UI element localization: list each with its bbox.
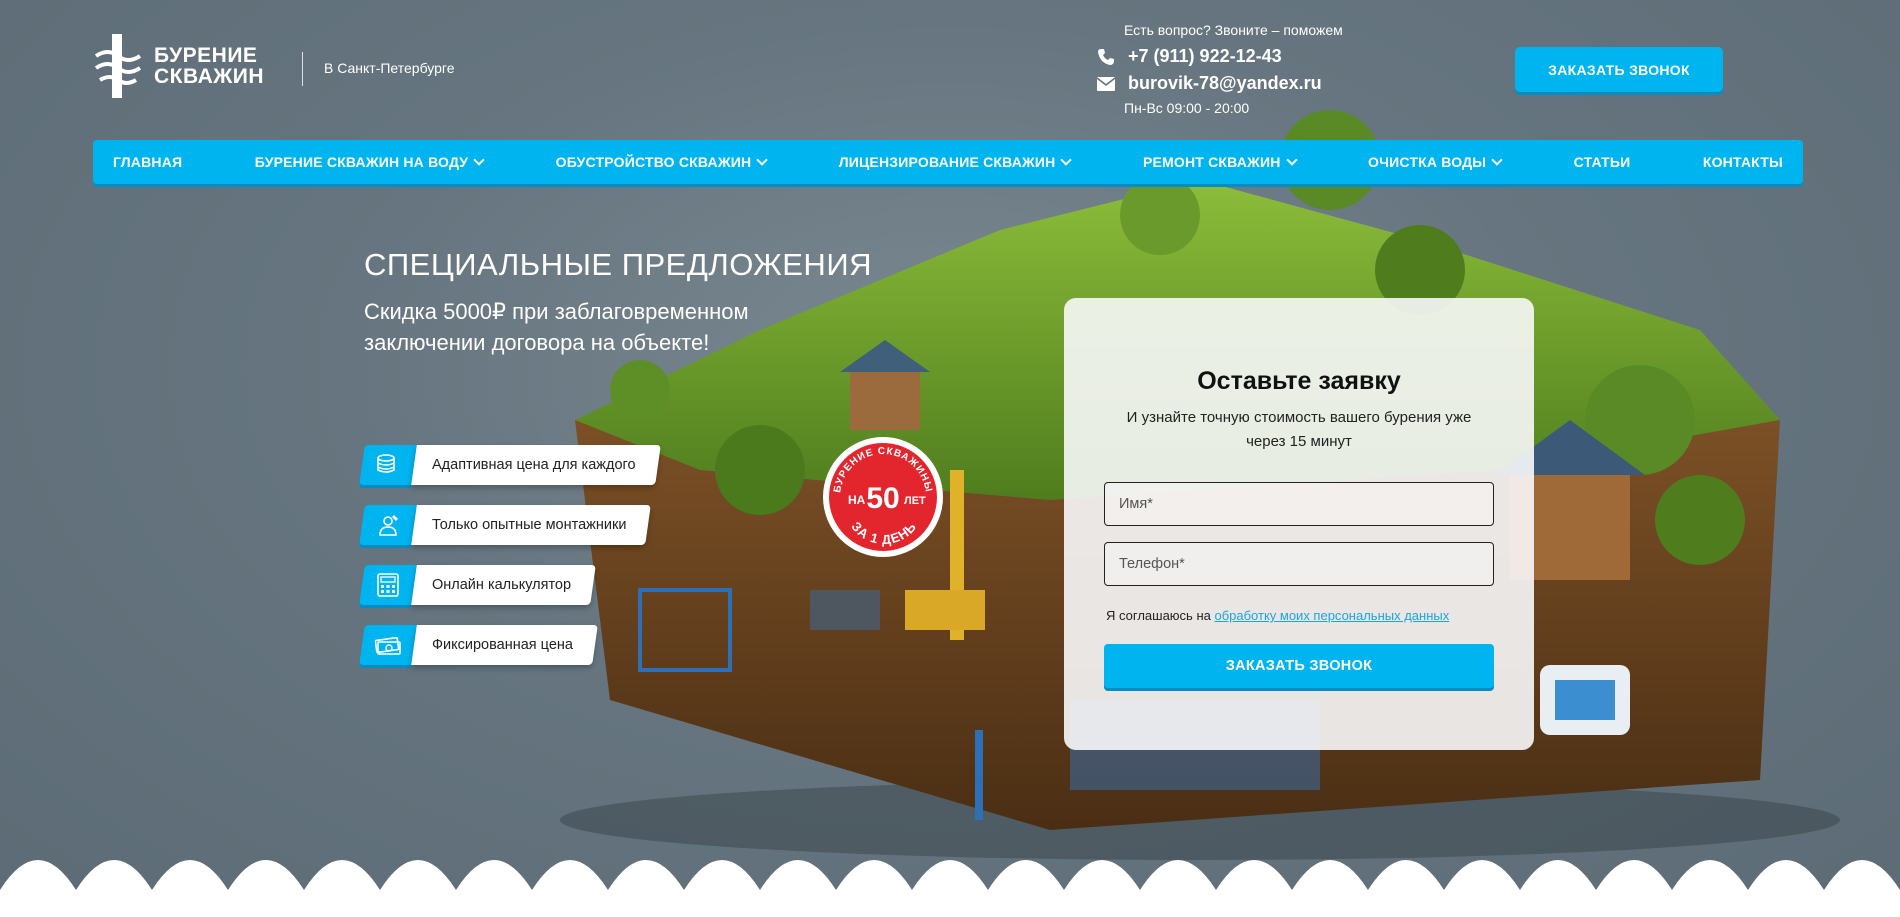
- chevron-down-icon: [1285, 154, 1298, 166]
- feature-item: Онлайн калькулятор: [359, 565, 596, 605]
- feature-item: Адаптивная цена для каждого: [359, 445, 661, 485]
- form-subtitle: И узнайте точную стоимость вашего бурени…: [1126, 409, 1472, 450]
- nav-label: ОБУСТРОЙСТВО СКВАЖИН: [555, 154, 752, 170]
- hero-illustration: [560, 110, 1840, 860]
- badge-number: 50: [866, 482, 899, 515]
- feature-label: Онлайн калькулятор: [432, 577, 572, 593]
- worker-icon: [359, 505, 417, 545]
- form-title: Оставьте заявку: [1197, 367, 1401, 395]
- nav-item-licensing[interactable]: ЛИЦЕНЗИРОВАНИЕ СКВАЖИН: [838, 154, 1073, 170]
- consent-prefix: Я соглашаюсь на: [1106, 608, 1215, 623]
- phone-link[interactable]: +7 (911) 922-12-43: [1096, 46, 1282, 67]
- nav-item-repair[interactable]: РЕМОНТ СКВАЖИН: [1142, 154, 1298, 170]
- consent-text: Я соглашаюсь на обработку моих персональ…: [1106, 608, 1449, 623]
- chevron-down-icon: [1491, 154, 1503, 166]
- calculator-icon: [359, 565, 417, 605]
- nav-label: БУРЕНИЕ СКВАЖИН НА ВОДУ: [254, 154, 469, 170]
- chevron-down-icon: [473, 154, 485, 166]
- name-input[interactable]: Имя*: [1104, 482, 1494, 526]
- phone-number: +7 (911) 922-12-43: [1128, 46, 1282, 66]
- nav-label: КОНТАКТЫ: [1702, 154, 1783, 170]
- chevron-down-icon: [756, 154, 768, 166]
- email-address: burovik-78@yandex.ru: [1128, 73, 1322, 93]
- logo-text: БУРЕНИЕ СКВАЖИН: [154, 45, 264, 87]
- feature-label: Только опытные монтажники: [432, 517, 627, 533]
- badge-prefix: НА: [848, 493, 866, 507]
- feature-item: Только опытные монтажники: [359, 505, 652, 545]
- guarantee-badge: БУРЕНИЕ СКВАЖИНЫ НА 50 ЛЕТ ЗА 1 ДЕНЬ: [823, 437, 943, 557]
- main-nav: ГЛАВНАЯ БУРЕНИЕ СКВАЖИН НА ВОДУ ОБУСТРОЙ…: [93, 140, 1803, 184]
- submit-order-call-button[interactable]: ЗАКАЗАТЬ ЗВОНОК: [1104, 644, 1494, 688]
- phone-input[interactable]: Телефон*: [1104, 542, 1494, 586]
- wave-divider: [0, 860, 1900, 917]
- working-hours: Пн-Вс 09:00 - 20:00: [1124, 100, 1250, 116]
- email-link[interactable]: burovik-78@yandex.ru: [1096, 73, 1322, 94]
- badge-suffix: ЛЕТ: [904, 495, 926, 507]
- nav-label: РЕМОНТ СКВАЖИН: [1142, 154, 1281, 170]
- logo[interactable]: БУРЕНИЕ СКВАЖИН: [94, 34, 264, 98]
- coins-icon: [359, 445, 417, 485]
- nav-item-home[interactable]: ГЛАВНАЯ: [113, 154, 182, 170]
- nav-item-drilling[interactable]: БУРЕНИЕ СКВАЖИН НА ВОДУ: [254, 154, 485, 170]
- mail-icon: [1096, 75, 1116, 93]
- hero-title: СПЕЦИАЛЬНЫЕ ПРЕДЛОЖЕНИЯ: [364, 247, 872, 282]
- feature-item: Фиксированная цена: [359, 625, 598, 665]
- nav-item-water-treatment[interactable]: ОЧИСТКА ВОДЫ: [1367, 154, 1503, 170]
- nav-item-arrangement[interactable]: ОБУСТРОЙСТВО СКВАЖИН: [555, 154, 768, 170]
- phone-icon: [1096, 48, 1116, 66]
- logo-divider: [302, 52, 303, 86]
- nav-label: ЛИЦЕНЗИРОВАНИЕ СКВАЖИН: [838, 154, 1056, 170]
- privacy-policy-link[interactable]: обработку моих персональных данных: [1214, 608, 1449, 623]
- nav-label: ОЧИСТКА ВОДЫ: [1367, 154, 1487, 170]
- logo-line-2: СКВАЖИН: [154, 65, 265, 88]
- nav-label: ГЛАВНАЯ: [113, 154, 183, 170]
- feature-label: Фиксированная цена: [432, 637, 573, 653]
- nav-label: СТАТЬИ: [1573, 154, 1631, 170]
- nav-item-contacts[interactable]: КОНТАКТЫ: [1703, 154, 1783, 170]
- contact-question: Есть вопрос? Звоните – поможем: [1124, 22, 1343, 38]
- chevron-down-icon: [1060, 154, 1073, 166]
- logo-line-1: БУРЕНИЕ: [154, 44, 258, 67]
- order-call-button[interactable]: ЗАКАЗАТЬ ЗВОНОК: [1515, 47, 1723, 92]
- drill-logo-icon: [94, 34, 142, 98]
- hero-subtitle: Скидка 5000₽ при заблаговременном заключ…: [364, 299, 749, 355]
- city-label: В Санкт-Петербурге: [324, 60, 455, 76]
- request-form: Оставьте заявку И узнайте точную стоимос…: [1064, 298, 1534, 750]
- feature-label: Адаптивная цена для каждого: [432, 457, 636, 473]
- money-icon: [359, 625, 417, 665]
- nav-item-articles[interactable]: СТАТЬИ: [1574, 154, 1631, 170]
